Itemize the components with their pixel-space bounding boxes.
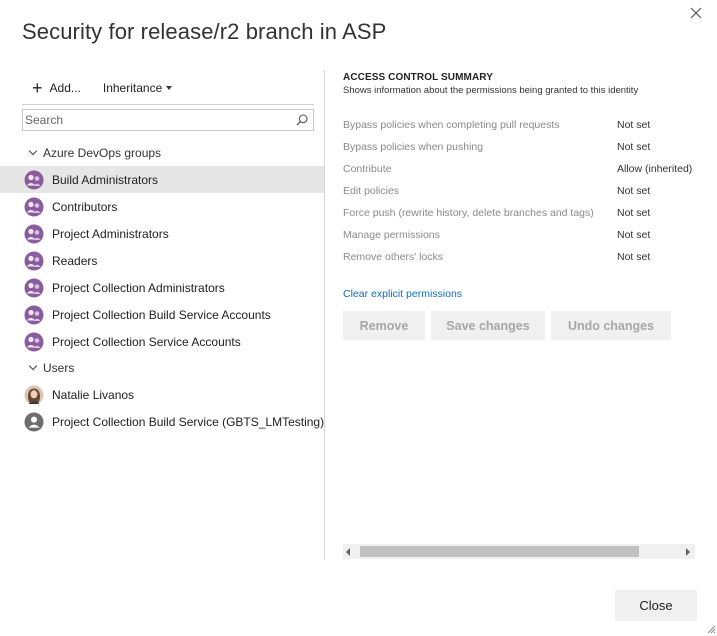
group-label: Build Administrators [52,172,159,187]
group-row-contributors[interactable]: Contributors [0,193,324,220]
group-label: Project Administrators [52,226,169,241]
group-icon [24,278,44,297]
permission-name: Force push (rewrite history, delete bran… [343,207,594,219]
user-label: Natalie Livanos [52,387,135,402]
chevron-down-icon [28,146,38,156]
group-icon [24,332,44,351]
group-icon [24,197,44,216]
group-row-project-administrators[interactable]: Project Administrators [0,220,324,247]
permission-name: Edit policies [343,185,400,197]
user-label: Project Collection Build Service (GBTS_L… [52,414,325,429]
permission-value: Allow (inherited) [617,163,693,175]
group-row-project-collection-build-service-accounts[interactable]: Project Collection Build Service Account… [0,301,324,328]
permission-value: Not set [617,229,651,241]
undo-changes-button[interactable]: Undo changes [551,311,671,340]
group-label: Project Collection Service Accounts [52,334,241,349]
groups-header-label: Azure DevOps groups [43,146,162,160]
panel-divider[interactable] [324,70,325,560]
permission-row[interactable]: Force push (rewrite history, delete bran… [343,202,697,224]
group-row-readers[interactable]: Readers [0,247,324,274]
plus-icon: + [32,78,43,98]
permission-name: Remove others' locks [343,251,444,263]
group-row-project-collection-administrators[interactable]: Project Collection Administrators [0,274,324,301]
permission-row[interactable]: Contribute Allow (inherited) [343,158,697,180]
summary-subtitle: Shows information about the permissions … [343,85,639,96]
permission-row[interactable]: Bypass policies when pushing Not set [343,136,697,158]
permission-row[interactable]: Edit policies Not set [343,180,697,202]
groups-header[interactable]: Azure DevOps groups [0,140,324,166]
dialog-title: Security for release/r2 branch in ASP [22,19,387,44]
chevron-down-icon [28,361,38,371]
group-label: Project Collection Build Service Account… [52,307,271,322]
inheritance-label: Inheritance [102,81,163,95]
add-button[interactable]: + Add... [32,79,81,97]
clear-explicit-permissions-link[interactable]: Clear explicit permissions [343,288,462,300]
group-row-project-collection-service-accounts[interactable]: Project Collection Service Accounts [0,328,324,355]
summary-title: ACCESS CONTROL SUMMARY [343,72,493,83]
permissions-list: Bypass policies when completing pull req… [343,114,697,268]
resize-grip-icon[interactable] [706,624,716,634]
identity-panel: + Add... Inheritance Azure DevOps groups [0,76,324,558]
scrollbar-thumb[interactable] [360,546,639,557]
caret-down-icon [166,86,173,90]
search-icon[interactable] [295,113,309,127]
user-row-natalie-livanos[interactable]: Natalie Livanos [0,381,324,408]
group-icon [24,170,44,189]
identity-tree: Azure DevOps groups Build Administrators… [0,140,324,435]
user-row-project-collection-build-service[interactable]: Project Collection Build Service (GBTS_L… [0,408,324,435]
permission-name: Contribute [343,163,392,175]
users-header[interactable]: Users [0,355,324,381]
action-buttons: Remove Save changes Undo changes [343,311,671,340]
permission-row[interactable]: Manage permissions Not set [343,224,697,246]
toolbar-divider [22,104,314,105]
close-icon[interactable] [687,4,705,22]
security-dialog: Security for release/r2 branch in ASP + … [0,0,717,636]
permission-row[interactable]: Remove others' locks Not set [343,246,697,268]
search-box [22,109,314,131]
horizontal-scrollbar[interactable] [343,544,695,559]
group-label: Contributors [52,199,118,214]
permission-value: Not set [617,251,651,263]
permission-value: Not set [617,207,651,219]
access-control-summary: ACCESS CONTROL SUMMARY Shows information… [343,72,697,340]
permission-name: Manage permissions [343,229,440,241]
scroll-right-arrow-icon[interactable] [686,548,690,556]
group-row-build-administrators[interactable]: Build Administrators [0,166,324,193]
permission-value: Not set [617,119,651,131]
user-photo-icon [24,385,44,404]
users-header-label: Users [43,361,75,375]
group-icon [24,305,44,324]
close-button[interactable]: Close [615,590,697,621]
service-account-icon [24,412,44,431]
group-label: Project Collection Administrators [52,280,225,295]
save-changes-button[interactable]: Save changes [431,311,545,340]
permission-value: Not set [617,185,651,197]
permission-value: Not set [617,141,651,153]
inheritance-dropdown[interactable]: Inheritance [102,81,173,95]
permission-name: Bypass policies when completing pull req… [343,119,560,131]
search-input[interactable] [23,110,283,130]
group-icon [24,251,44,270]
group-label: Readers [52,253,98,268]
identity-toolbar: + Add... Inheritance [22,76,314,100]
group-icon [24,224,44,243]
permission-name: Bypass policies when pushing [343,141,484,153]
scroll-left-arrow-icon[interactable] [346,548,350,556]
permission-row[interactable]: Bypass policies when completing pull req… [343,114,697,136]
add-label: Add... [49,81,81,95]
remove-button[interactable]: Remove [343,311,425,340]
